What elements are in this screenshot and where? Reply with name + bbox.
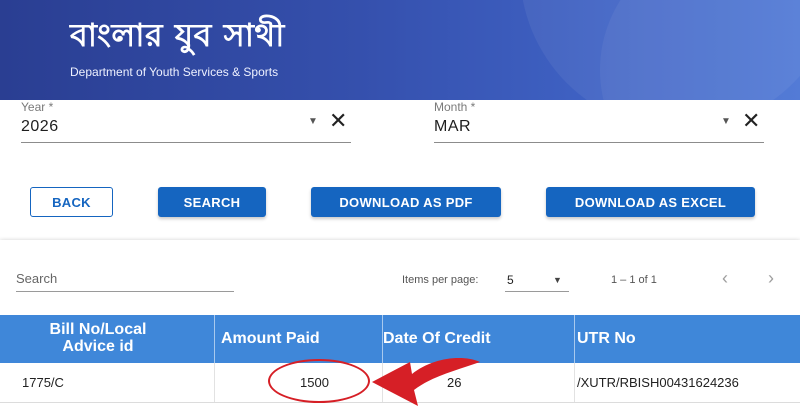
- column-header-amount-paid[interactable]: Amount Paid: [221, 330, 320, 348]
- highlight-circle: [268, 359, 370, 403]
- table-search-input[interactable]: Search: [16, 271, 57, 286]
- cell-divider: [574, 363, 575, 403]
- close-icon[interactable]: ✕: [329, 110, 347, 132]
- month-select[interactable]: Month * MAR ▼ ✕: [434, 100, 764, 146]
- chevron-left-icon[interactable]: ‹: [722, 268, 728, 289]
- pagination-range: 1 – 1 of 1: [611, 274, 657, 286]
- month-value: MAR: [434, 118, 472, 135]
- dropdown-caret-icon[interactable]: ▼: [308, 116, 318, 127]
- year-value: 2026: [21, 118, 59, 135]
- dropdown-caret-icon[interactable]: ▼: [553, 275, 562, 285]
- year-select[interactable]: Year * 2026 ▼ ✕: [21, 100, 351, 146]
- back-button[interactable]: BACK: [30, 187, 113, 217]
- download-pdf-button[interactable]: DOWNLOAD AS PDF: [311, 187, 501, 217]
- download-excel-button[interactable]: DOWNLOAD AS EXCEL: [546, 187, 755, 217]
- cell-utr-no: /XUTR/RBISH00431624236: [577, 375, 739, 390]
- column-divider: [574, 315, 575, 363]
- items-per-page-underline: [505, 291, 569, 292]
- dropdown-caret-icon[interactable]: ▼: [721, 116, 731, 127]
- items-per-page-select[interactable]: 5: [507, 273, 514, 287]
- column-header-date-of-credit[interactable]: Date Of Credit: [383, 330, 491, 348]
- chevron-right-icon[interactable]: ›: [768, 268, 774, 289]
- year-underline: [21, 142, 351, 143]
- month-underline: [434, 142, 764, 143]
- search-button[interactable]: SEARCH: [158, 187, 266, 217]
- header-decoration: [600, 0, 800, 100]
- app-subtitle: Department of Youth Services & Sports: [70, 65, 279, 79]
- cell-divider: [214, 363, 215, 403]
- column-divider: [214, 315, 215, 363]
- app-header: বাংলার যুব সাথী Department of Youth Serv…: [0, 0, 800, 100]
- cell-bill-no: 1775/C: [22, 375, 64, 390]
- search-underline: [16, 291, 234, 292]
- close-icon[interactable]: ✕: [742, 110, 760, 132]
- column-header-utr-no[interactable]: UTR No: [577, 330, 636, 348]
- app-title: বাংলার যুব সাথী: [70, 16, 285, 54]
- arrow-annotation-icon: [372, 358, 480, 406]
- items-per-page-label: Items per page:: [402, 274, 479, 286]
- month-label: Month *: [434, 100, 476, 114]
- column-header-bill-no[interactable]: Bill No/Local Advice id: [0, 321, 196, 355]
- year-label: Year *: [21, 100, 54, 114]
